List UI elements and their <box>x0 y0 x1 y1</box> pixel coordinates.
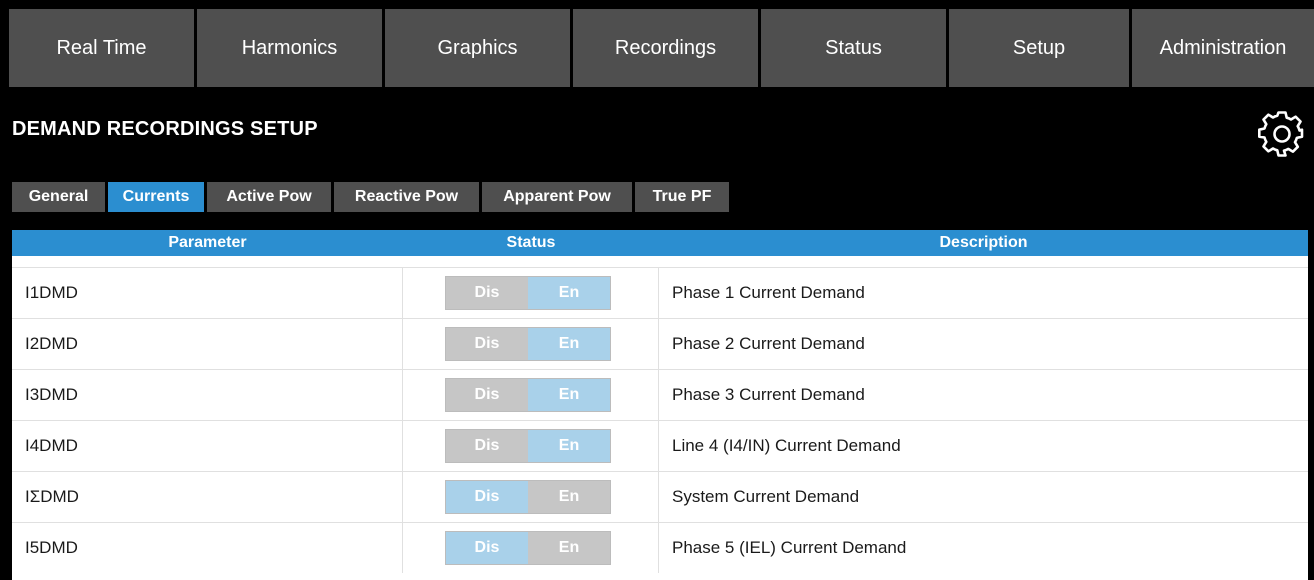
subtab-reactive-pow[interactable]: Reactive Pow <box>334 182 479 212</box>
toggle-dis-option[interactable]: Dis <box>446 481 528 513</box>
page-title: DEMAND RECORDINGS SETUP <box>12 118 318 140</box>
subtab-apparent-pow[interactable]: Apparent Pow <box>482 182 632 212</box>
subtab-true-pf[interactable]: True PF <box>635 182 729 212</box>
parameter-cell: I1DMD <box>12 268 403 318</box>
parameter-cell: I3DMD <box>12 370 403 420</box>
header-description: Description <box>939 234 1028 251</box>
nav-real-time[interactable]: Real Time <box>9 9 194 87</box>
toggle-en-option[interactable]: En <box>528 430 610 462</box>
table-row: I2DMD Dis En Phase 2 Current Demand <box>12 318 1308 369</box>
enable-toggle[interactable]: Dis En <box>445 480 611 514</box>
toggle-en-option[interactable]: En <box>528 532 610 564</box>
nav-recordings[interactable]: Recordings <box>573 9 758 87</box>
parameter-cell: I5DMD <box>12 523 403 573</box>
enable-toggle[interactable]: Dis En <box>445 276 611 310</box>
table-row: I4DMD Dis En Line 4 (I4/IN) Current Dema… <box>12 420 1308 471</box>
status-cell: Dis En <box>403 268 659 318</box>
status-cell: Dis En <box>403 523 659 573</box>
gear-icon[interactable] <box>1258 110 1306 158</box>
subtab-currents[interactable]: Currents <box>108 182 204 212</box>
nav-administration[interactable]: Administration <box>1132 9 1314 87</box>
status-cell: Dis En <box>403 421 659 471</box>
subtab-active-pow[interactable]: Active Pow <box>207 182 331 212</box>
status-cell: Dis En <box>403 319 659 369</box>
top-navigation: Real Time Harmonics Graphics Recordings … <box>0 0 1314 94</box>
toggle-dis-option[interactable]: Dis <box>446 430 528 462</box>
status-cell: Dis En <box>403 472 659 522</box>
parameter-cell: I4DMD <box>12 421 403 471</box>
description-cell: System Current Demand <box>672 487 860 506</box>
table-row: I1DMD Dis En Phase 1 Current Demand <box>12 267 1308 318</box>
description-cell: Phase 1 Current Demand <box>672 283 865 302</box>
table-row: I5DMD Dis En Phase 5 (IEL) Current Deman… <box>12 522 1308 573</box>
nav-harmonics[interactable]: Harmonics <box>197 9 382 87</box>
toggle-dis-option[interactable]: Dis <box>446 277 528 309</box>
nav-setup[interactable]: Setup <box>949 9 1129 87</box>
header-parameter: Parameter <box>168 234 247 251</box>
enable-toggle[interactable]: Dis En <box>445 378 611 412</box>
subtab-general[interactable]: General <box>12 182 105 212</box>
table-row: I3DMD Dis En Phase 3 Current Demand <box>12 369 1308 420</box>
toggle-dis-option[interactable]: Dis <box>446 379 528 411</box>
table-header: Parameter Status Description <box>12 230 1308 256</box>
toggle-dis-option[interactable]: Dis <box>446 532 528 564</box>
toggle-en-option[interactable]: En <box>528 481 610 513</box>
description-cell: Phase 5 (IEL) Current Demand <box>672 538 907 557</box>
table-row: IΣDMD Dis En System Current Demand <box>12 471 1308 522</box>
demand-table: Parameter Status Description I1DMD Dis E… <box>12 230 1308 580</box>
nav-graphics[interactable]: Graphics <box>385 9 570 87</box>
enable-toggle[interactable]: Dis En <box>445 531 611 565</box>
parameter-cell: IΣDMD <box>12 472 403 522</box>
status-cell: Dis En <box>403 370 659 420</box>
toggle-en-option[interactable]: En <box>528 328 610 360</box>
description-cell: Phase 3 Current Demand <box>672 385 865 404</box>
nav-status[interactable]: Status <box>761 9 946 87</box>
toggle-en-option[interactable]: En <box>528 277 610 309</box>
description-cell: Phase 2 Current Demand <box>672 334 865 353</box>
toggle-en-option[interactable]: En <box>528 379 610 411</box>
description-cell: Line 4 (I4/IN) Current Demand <box>672 436 901 455</box>
enable-toggle[interactable]: Dis En <box>445 327 611 361</box>
toggle-dis-option[interactable]: Dis <box>446 328 528 360</box>
header-status: Status <box>506 234 556 251</box>
parameter-cell: I2DMD <box>12 319 403 369</box>
enable-toggle[interactable]: Dis En <box>445 429 611 463</box>
